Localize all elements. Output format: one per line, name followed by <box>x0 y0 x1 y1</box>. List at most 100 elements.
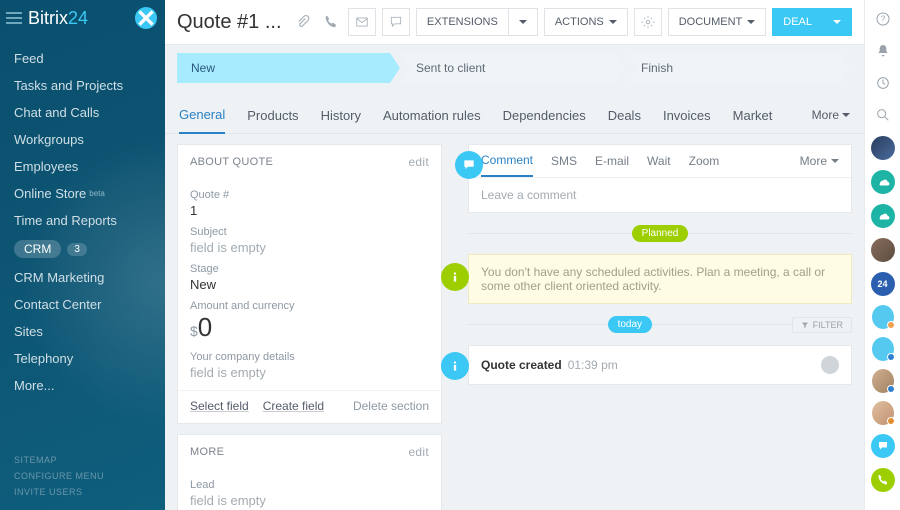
info-icon <box>441 352 469 380</box>
tab-history[interactable]: History <box>321 102 361 133</box>
sidebar-item-time[interactable]: Time and Reports <box>0 207 165 234</box>
rail-phone-icon[interactable] <box>871 468 895 492</box>
stage-label: Stage <box>190 263 429 275</box>
comment-bubble-icon <box>455 151 483 179</box>
lead-label: Lead <box>190 479 429 491</box>
amount-value[interactable]: $0 <box>190 312 429 343</box>
panel-tab-zoom[interactable]: Zoom <box>689 154 720 176</box>
tab-deals[interactable]: Deals <box>608 102 641 133</box>
sidebar-item-crm-marketing[interactable]: CRM Marketing <box>0 264 165 291</box>
tab-products[interactable]: Products <box>247 102 298 133</box>
stage-sent[interactable]: Sent to client <box>402 53 625 83</box>
rail-avatar-4[interactable] <box>872 402 894 424</box>
extensions-group: EXTENSIONS <box>416 8 538 36</box>
document-button[interactable]: DOCUMENT <box>668 8 767 36</box>
help-icon[interactable]: ? <box>872 8 894 30</box>
extensions-button[interactable]: EXTENSIONS <box>416 8 509 36</box>
rail-cloud-2[interactable] <box>871 204 895 228</box>
sidebar-item-telephony[interactable]: Telephony <box>0 345 165 372</box>
deal-button[interactable]: DEAL <box>772 8 823 36</box>
search-icon[interactable] <box>872 104 894 126</box>
tab-more[interactable]: More <box>812 102 850 132</box>
hamburger-icon[interactable] <box>6 12 22 24</box>
sidebar-item-sites[interactable]: Sites <box>0 318 165 345</box>
more-card: MORE edit Lead field is empty Deal field… <box>177 434 442 510</box>
stage-value[interactable]: New <box>190 277 429 292</box>
edit-link[interactable]: edit <box>408 445 429 459</box>
event-quote-created[interactable]: Quote created 01:39 pm <box>468 345 852 385</box>
sidebar-item-contact-center[interactable]: Contact Center <box>0 291 165 318</box>
tabs: General Products History Automation rule… <box>165 91 864 134</box>
tab-automation[interactable]: Automation rules <box>383 102 481 133</box>
rail-avatar-2[interactable] <box>871 238 895 262</box>
planned-badge: Planned <box>632 225 689 242</box>
rail-user-add-1[interactable] <box>872 306 894 328</box>
sidebar-item-workgroups[interactable]: Workgroups <box>0 126 165 153</box>
chevron-down-icon <box>609 20 617 24</box>
event-avatar[interactable] <box>821 356 839 374</box>
create-field-link[interactable]: Create field <box>263 399 324 413</box>
page-title: Quote #1 ... <box>177 11 282 34</box>
panel-tab-more[interactable]: More <box>800 154 839 176</box>
quote-num-label: Quote # <box>190 189 429 201</box>
comment-input[interactable]: Leave a comment <box>469 177 851 212</box>
rail-avatar-3[interactable] <box>872 370 894 392</box>
panel-tab-email[interactable]: E-mail <box>595 154 629 176</box>
chat-icon[interactable] <box>382 8 410 36</box>
lead-value[interactable]: field is empty <box>190 493 429 508</box>
delete-section-link[interactable]: Delete section <box>353 399 429 413</box>
configure-menu-link[interactable]: CONFIGURE MENU <box>14 468 104 484</box>
chevron-down-icon <box>519 20 527 24</box>
right-rail: ? 24 <box>864 0 900 510</box>
more-title: MORE <box>190 446 224 458</box>
deal-dropdown[interactable] <box>823 8 852 36</box>
panel-tab-sms[interactable]: SMS <box>551 154 577 176</box>
clock-icon[interactable] <box>872 72 894 94</box>
tab-general[interactable]: General <box>179 101 225 134</box>
sidebar-item-tasks[interactable]: Tasks and Projects <box>0 72 165 99</box>
chevron-down-icon <box>747 20 755 24</box>
filter-button[interactable]: FILTER <box>792 317 852 333</box>
event-title: Quote created <box>481 358 562 372</box>
tab-invoices[interactable]: Invoices <box>663 102 711 133</box>
sidebar-item-chat[interactable]: Chat and Calls <box>0 99 165 126</box>
planned-note: You don't have any scheduled activities.… <box>468 254 852 304</box>
tab-dependencies[interactable]: Dependencies <box>503 102 586 133</box>
email-icon[interactable] <box>348 8 376 36</box>
actions-button[interactable]: ACTIONS <box>544 8 628 36</box>
sidebar-item-store[interactable]: Online Storebeta <box>0 180 165 207</box>
invite-users-link[interactable]: INVITE USERS <box>14 484 104 500</box>
extensions-dropdown[interactable] <box>509 8 538 36</box>
bell-icon[interactable] <box>872 40 894 62</box>
select-field-link[interactable]: Select field <box>190 399 249 413</box>
call-icon[interactable] <box>320 8 342 36</box>
tab-market[interactable]: Market <box>733 102 773 133</box>
company-value[interactable]: field is empty <box>190 365 429 380</box>
comment-panel: Comment SMS E-mail Wait Zoom More Leave … <box>468 144 852 213</box>
rail-avatar-1[interactable] <box>871 136 895 160</box>
rail-b24-icon[interactable]: 24 <box>871 272 895 296</box>
subject-value[interactable]: field is empty <box>190 240 429 255</box>
sidebar-item-employees[interactable]: Employees <box>0 153 165 180</box>
nav-list: Feed Tasks and Projects Chat and Calls W… <box>0 37 165 407</box>
header: Quote #1 ... EXTENSIONS ACTIONS DOCUMENT… <box>165 0 864 45</box>
panel-tab-wait[interactable]: Wait <box>647 154 671 176</box>
sidebar-item-crm[interactable]: CRM3 <box>0 234 165 264</box>
stage-bar: New Sent to client Finish <box>165 45 864 91</box>
rail-chat-icon[interactable] <box>871 434 895 458</box>
collapse-sidebar-button[interactable] <box>135 7 157 29</box>
about-quote-card: ABOUT QUOTE edit Quote # 1 Subject field… <box>177 144 442 424</box>
stage-new[interactable]: New <box>177 53 400 83</box>
rail-cloud-1[interactable] <box>871 170 895 194</box>
edit-link[interactable]: edit <box>408 155 429 169</box>
attachment-icon[interactable] <box>292 8 314 36</box>
stage-finish[interactable]: Finish <box>627 53 850 83</box>
amount-label: Amount and currency <box>190 300 429 312</box>
svg-text:?: ? <box>880 15 885 24</box>
rail-user-add-2[interactable] <box>872 338 894 360</box>
sidebar-item-more[interactable]: More... <box>0 372 165 399</box>
gear-icon[interactable] <box>634 8 662 36</box>
panel-tab-comment[interactable]: Comment <box>481 153 533 177</box>
sidebar-item-feed[interactable]: Feed <box>0 45 165 72</box>
sitemap-link[interactable]: SITEMAP <box>14 452 104 468</box>
